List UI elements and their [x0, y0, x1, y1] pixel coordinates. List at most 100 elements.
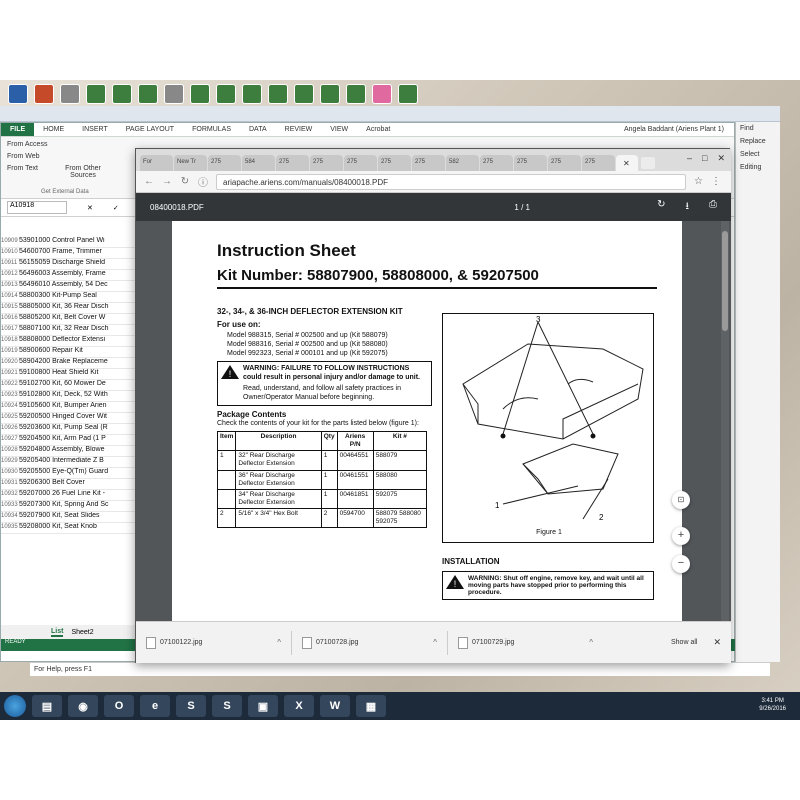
row-number[interactable]: 10911: [1, 260, 19, 266]
cell-value[interactable]: 59105600 Kit, Bumper Arien: [19, 402, 107, 409]
browser-tab[interactable]: 275: [412, 155, 445, 171]
cell-value[interactable]: 58808000 Deflector Extensi: [19, 336, 105, 343]
download-item[interactable]: 07100728.jpg ^: [302, 636, 437, 649]
browser-tab[interactable]: 275: [548, 155, 581, 171]
back-icon[interactable]: ←: [144, 176, 154, 187]
cell-value[interactable]: 59207000 26 Fuel Line Kit -: [19, 490, 105, 497]
table-row[interactable]: 1091558805000 Kit, 36 Rear Disch: [1, 303, 141, 314]
desktop-shortcut-icon[interactable]: [8, 84, 28, 104]
excel-file-icon[interactable]: [346, 84, 366, 104]
enter-icon[interactable]: ✓: [113, 204, 119, 212]
cell-value[interactable]: 59208000 Kit, Seat Knob: [19, 523, 97, 530]
browser-tab[interactable]: 275: [378, 155, 411, 171]
row-number[interactable]: 10931: [1, 480, 19, 486]
row-number[interactable]: 10923: [1, 392, 19, 398]
tab-file[interactable]: FILE: [1, 123, 35, 136]
table-row[interactable]: 1092959205400 Intermediate Z B: [1, 457, 141, 468]
row-number[interactable]: 10909: [1, 238, 19, 244]
fit-page-button[interactable]: ⊡: [672, 491, 690, 509]
browser-tab[interactable]: For: [140, 155, 173, 171]
skype-icon[interactable]: S: [176, 695, 206, 717]
table-row[interactable]: 1091458800300 Kit-Pump Seal: [1, 292, 141, 303]
cell-value[interactable]: 59204500 Kit, Arm Pad (1 P: [19, 435, 106, 442]
row-number[interactable]: 10933: [1, 502, 19, 508]
cell-value[interactable]: 58904200 Brake Replaceme: [19, 358, 108, 365]
forward-icon[interactable]: →: [162, 176, 172, 187]
cell-value[interactable]: 58805000 Kit, 36 Rear Disch: [19, 303, 109, 310]
row-number[interactable]: 10924: [1, 403, 19, 409]
table-row[interactable]: 1092459105600 Kit, Bumper Arien: [1, 402, 141, 413]
menu-icon[interactable]: ⋮: [711, 176, 721, 187]
new-tab-button[interactable]: [641, 157, 655, 169]
cell-value[interactable]: 59207300 Kit, Spring And Sc: [19, 501, 109, 508]
from-web-button[interactable]: From Web: [7, 153, 40, 160]
excel-file-icon[interactable]: [138, 84, 158, 104]
table-row[interactable]: 1092659203600 Kit, Pump Seal (R: [1, 424, 141, 435]
show-all-button[interactable]: Show all: [665, 635, 703, 650]
word-icon[interactable]: W: [320, 695, 350, 717]
chevron-up-icon[interactable]: ^: [589, 638, 593, 647]
sheet-tab-list[interactable]: List: [51, 628, 64, 637]
skype-icon[interactable]: S: [212, 695, 242, 717]
cell-value[interactable]: 58900600 Repair Kit: [19, 347, 83, 354]
print-icon[interactable]: ⎙: [709, 199, 717, 216]
table-row[interactable]: 10911 56155059 Discharge Shield: [1, 259, 141, 270]
file-explorer-icon[interactable]: ▤: [32, 695, 62, 717]
browser-tab[interactable]: 275: [514, 155, 547, 171]
table-row[interactable]: 1091054600700 Frame, Trimmer: [1, 248, 141, 259]
row-number[interactable]: 10929: [1, 458, 19, 464]
find-button[interactable]: Find: [736, 122, 780, 135]
row-number[interactable]: 10927: [1, 436, 19, 442]
excel-file-icon[interactable]: [268, 84, 288, 104]
browser-tab[interactable]: 275: [344, 155, 377, 171]
cell-value[interactable]: 59200500 Hinged Cover Wit: [19, 413, 107, 420]
cell-value[interactable]: 58807100 Kit, 32 Rear Disch: [19, 325, 109, 332]
bookmark-star-icon[interactable]: ☆: [694, 176, 703, 187]
table-row[interactable]: 1091758807100 Kit, 32 Rear Disch: [1, 325, 141, 336]
cell-value[interactable]: 58800300 Kit-Pump Seal: [19, 292, 97, 299]
row-number[interactable]: 10920: [1, 359, 19, 365]
browser-tab[interactable]: 275: [480, 155, 513, 171]
clock[interactable]: 3:41 PM 9/26/2016: [759, 698, 800, 714]
cell-value[interactable]: 59100800 Heat Shield Kit: [19, 369, 98, 376]
select-button[interactable]: Select: [736, 148, 780, 161]
excel-file-icon[interactable]: [320, 84, 340, 104]
table-row[interactable]: 1093259207000 26 Fuel Line Kit -: [1, 490, 141, 501]
desktop-shortcut-icon[interactable]: [372, 84, 392, 104]
app-icon[interactable]: ▦: [356, 695, 386, 717]
chevron-up-icon[interactable]: ^: [277, 638, 281, 647]
cell-value[interactable]: 53901000 Control Panel Wi: [19, 237, 105, 244]
table-row[interactable]: 1093059205500 Eye-Q(Tm) Guard: [1, 468, 141, 479]
tab-page-layout[interactable]: PAGE LAYOUT: [117, 123, 183, 136]
chrome-icon[interactable]: ◉: [68, 695, 98, 717]
cell-value[interactable]: 56496010 Assembly, 54 Dec: [19, 281, 108, 288]
browser-tab[interactable]: 275: [310, 155, 343, 171]
row-number[interactable]: 10935: [1, 524, 19, 530]
table-row[interactable]: 1093459207900 Kit, Seat Slides: [1, 512, 141, 523]
minimize-icon[interactable]: –: [687, 153, 692, 164]
tab-review[interactable]: REVIEW: [276, 123, 322, 136]
download-icon[interactable]: ⭳: [686, 199, 690, 216]
table-row[interactable]: 1092259102700 Kit, 60 Mower De: [1, 380, 141, 391]
from-text-button[interactable]: From Text: [7, 165, 38, 172]
table-row[interactable]: 1092559200500 Hinged Cover Wit: [1, 413, 141, 424]
replace-button[interactable]: Replace: [736, 135, 780, 148]
browser-tab[interactable]: New Tr: [174, 155, 207, 171]
excel-file-icon[interactable]: [190, 84, 210, 104]
cell-value[interactable]: 59204800 Assembly, Blowe: [19, 446, 104, 453]
address-bar[interactable]: ariapache.ariens.com/manuals/08400018.PD…: [216, 173, 686, 190]
close-icon[interactable]: ✕: [713, 637, 731, 648]
tab-home[interactable]: HOME: [34, 123, 73, 136]
zoom-in-button[interactable]: +: [672, 527, 690, 545]
desktop-shortcut-icon[interactable]: [60, 84, 80, 104]
powerpoint-icon[interactable]: [34, 84, 54, 104]
tab-formulas[interactable]: FORMULAS: [183, 123, 240, 136]
tab-view[interactable]: VIEW: [321, 123, 357, 136]
table-row[interactable]: 1091256496003 Assembly, Frame: [1, 270, 141, 281]
desktop-shortcut-icon[interactable]: [164, 84, 184, 104]
excel-file-icon[interactable]: [398, 84, 418, 104]
table-row[interactable]: 1091356496010 Assembly, 54 Dec: [1, 281, 141, 292]
browser-tab[interactable]: 584: [242, 155, 275, 171]
cell-value[interactable]: 56496003 Assembly, Frame: [19, 270, 106, 277]
row-number[interactable]: 10912: [1, 271, 19, 277]
